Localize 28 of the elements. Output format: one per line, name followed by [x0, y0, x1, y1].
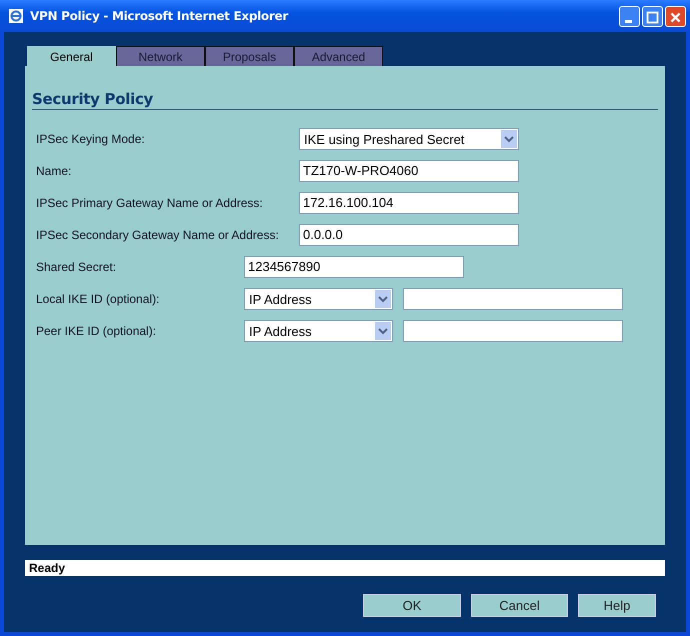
dropdown[interactable]: IP Address	[244, 320, 393, 342]
input-field[interactable]	[403, 288, 623, 310]
input-field[interactable]: TZ170-W-PRO4060	[299, 160, 519, 182]
input-field[interactable]: 172.16.100.104	[299, 192, 519, 214]
dropdown[interactable]: IKE using Preshared Secret	[299, 128, 519, 150]
dialog-button[interactable]: OK	[363, 594, 461, 617]
dialog-button[interactable]: Help	[578, 594, 656, 617]
input-field[interactable]: 0.0.0.0	[299, 224, 519, 246]
field-label: Shared Secret:	[36, 260, 118, 274]
maximize-button[interactable]	[642, 6, 663, 26]
window-title: VPN Policy - Microsoft Internet Explorer	[30, 9, 290, 23]
field-label: IPSec Secondary Gateway Name or Address:	[36, 228, 280, 242]
section-title: Security Policy	[32, 90, 658, 110]
status-bar: Ready	[25, 560, 665, 576]
field-label: Local IKE ID (optional):	[36, 292, 160, 306]
input-field[interactable]	[403, 320, 623, 342]
field-label: IPSec Primary Gateway Name or Address:	[36, 196, 264, 210]
field-label: Peer IKE ID (optional):	[36, 324, 158, 338]
tab[interactable]: General	[27, 46, 116, 66]
minimize-icon	[625, 20, 632, 22]
minimize-button[interactable]	[619, 6, 640, 26]
field-label: IPSec Keying Mode:	[36, 132, 146, 146]
input-field[interactable]: 1234567890	[244, 256, 464, 278]
dropdown[interactable]: IP Address	[244, 288, 393, 310]
field-label: Name:	[36, 164, 72, 178]
dialog-button[interactable]: Cancel	[471, 594, 568, 617]
browser-icon	[8, 8, 24, 24]
close-button[interactable]	[665, 6, 686, 26]
